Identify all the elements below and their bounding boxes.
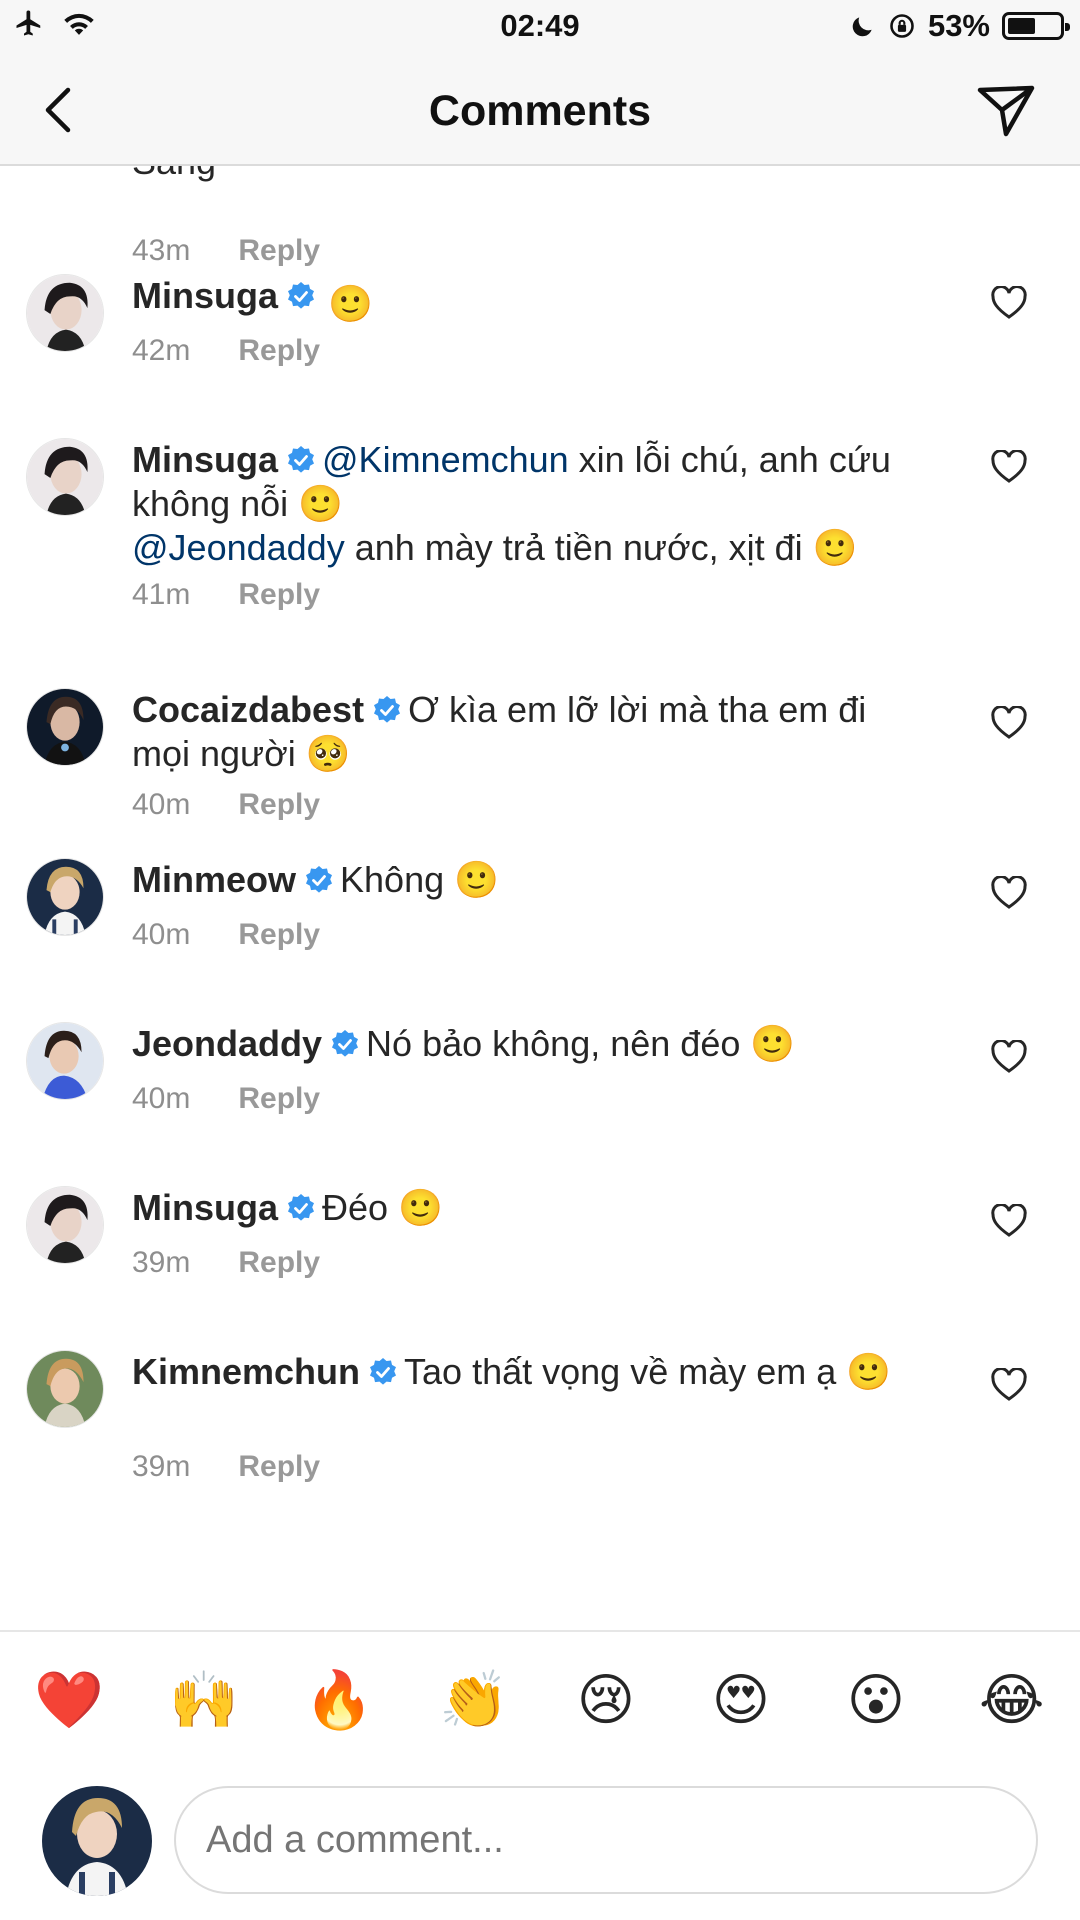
slightly-smiling-emoji: 🙂 [750, 1023, 796, 1064]
comment-username[interactable]: Cocaizdabest [132, 689, 364, 730]
comment-message: Nó bảo không, nên đéo [366, 1023, 751, 1064]
comment-meta: 42m Reply [132, 334, 320, 368]
verified-badge-icon [332, 1030, 359, 1057]
comment-text: Sáng [132, 166, 932, 184]
comment-message: Đéo [322, 1187, 399, 1228]
comment-message: anh mày trả tiền nước, xịt đi [344, 527, 813, 568]
battery-icon [1002, 12, 1070, 40]
comment-meta: 39m Reply [132, 1246, 320, 1280]
comment-text: Minmeow Không 🙂 [132, 858, 932, 902]
verified-badge-icon [288, 282, 315, 309]
comment-meta: 40m Reply [132, 788, 320, 822]
reply-button[interactable]: Reply [238, 334, 320, 368]
comment-meta: 39m Reply [132, 1450, 320, 1484]
reply-button[interactable]: Reply [238, 918, 320, 952]
comment-text: Kimnemchun Tao thất vọng về mày em ạ 🙂 [132, 1350, 932, 1394]
comment-username[interactable]: Kimnemchun [132, 1351, 360, 1392]
reply-button[interactable]: Reply [238, 1082, 320, 1116]
tears-of-joy-emoji-reaction[interactable]: 😂 [979, 1668, 1044, 1732]
moon-icon [852, 17, 872, 37]
clapping-hands-emoji-reaction[interactable]: 👏 [439, 1668, 509, 1732]
reply-button[interactable]: Reply [238, 1450, 320, 1484]
comment-username[interactable]: Minsuga [132, 275, 278, 316]
avatar[interactable] [26, 1186, 104, 1264]
avatar[interactable] [26, 858, 104, 936]
comment-meta: 43m Reply [132, 234, 320, 268]
comment-time: 40m [132, 788, 191, 821]
comment-time: 42m [132, 334, 191, 367]
comment-text: Minsuga @Kimnemchun xin lỗi chú, anh cứu … [132, 438, 932, 570]
comment-time: 40m [132, 918, 191, 951]
like-heart-icon[interactable] [990, 450, 1028, 484]
comment-composer [0, 1766, 1080, 1920]
comment-time: 41m [132, 578, 191, 611]
nav-bar: Comments [0, 54, 1080, 166]
current-user-avatar [42, 1786, 152, 1896]
comment-time: 39m [132, 1246, 191, 1279]
comment-time: 43m [132, 234, 191, 267]
slightly-smiling-emoji: 🙂 [812, 527, 858, 568]
comment-message: Không [340, 859, 455, 900]
battery-percent: 53% [927, 8, 990, 43]
status-bar: 02:49 53% [0, 0, 1080, 54]
like-heart-icon[interactable] [990, 706, 1028, 740]
heart-eyes-emoji-reaction[interactable]: 😍 [709, 1668, 773, 1732]
comment-meta: 40m Reply [132, 1082, 320, 1116]
comment-time: 40m [132, 1082, 191, 1115]
reply-button[interactable]: Reply [238, 788, 320, 822]
slightly-smiling-emoji: 🙂 [846, 1351, 892, 1392]
avatar[interactable] [26, 688, 104, 766]
like-heart-icon[interactable] [990, 876, 1028, 910]
comment-username[interactable]: Minmeow [132, 859, 296, 900]
verified-badge-icon [288, 446, 315, 473]
comments-list: Sáng 43m Reply Minsuga 🙂 42m Reply Minsug… [0, 166, 1080, 1632]
slightly-smiling-emoji: 🙂 [328, 283, 373, 324]
crying-face-emoji-reaction[interactable]: 😢 [574, 1668, 638, 1732]
fire-emoji-reaction[interactable]: 🔥 [304, 1668, 374, 1732]
send-icon[interactable] [974, 78, 1038, 142]
avatar[interactable] [26, 274, 104, 352]
comment-text: Minsuga Đéo 🙂 [132, 1186, 932, 1230]
verified-badge-icon [370, 1358, 397, 1385]
heart-emoji-reaction[interactable]: ❤️ [34, 1668, 104, 1732]
like-heart-icon[interactable] [990, 1368, 1028, 1402]
avatar[interactable] [26, 1350, 104, 1428]
slightly-smiling-emoji: 🙂 [454, 859, 499, 900]
mention-link[interactable]: @Jeondaddy [132, 527, 345, 568]
like-heart-icon[interactable] [990, 1204, 1028, 1238]
add-comment-input[interactable] [174, 1786, 1038, 1894]
page-title: Comments [428, 87, 652, 135]
slightly-smiling-emoji: 🙂 [398, 1187, 443, 1228]
status-right-icons: 53% [850, 8, 1070, 44]
like-heart-icon[interactable] [990, 1040, 1028, 1074]
verified-badge-icon [306, 866, 333, 893]
like-heart-icon[interactable] [990, 286, 1028, 320]
verified-badge-icon [374, 696, 401, 723]
pleading-face-emoji: 🥺 [305, 733, 351, 774]
comment-meta: 41m Reply [132, 578, 320, 612]
reply-button[interactable]: Reply [238, 578, 320, 612]
verified-badge-icon [288, 1194, 315, 1221]
reply-button[interactable]: Reply [238, 234, 320, 268]
comment-text: Cocaizdabest Ơ kìa em lỡ lời mà tha em đi… [132, 688, 932, 776]
avatar[interactable] [26, 1022, 104, 1100]
comment-username[interactable]: Minsuga [132, 1187, 278, 1228]
battery-fill [1008, 18, 1035, 34]
comment-message: Tao thất vọng về mày em ạ [404, 1351, 847, 1392]
rotation-lock-icon [890, 14, 914, 38]
quick-reactions-bar: ❤️ 🙌 🔥 👏 😢 😍 😮 😂 [0, 1630, 1080, 1766]
comment-text: Minsuga 🙂 [132, 274, 932, 326]
comment-text: Jeondaddy Nó bảo không, nên đéo 🙂 [132, 1022, 932, 1066]
slightly-smiling-emoji: 🙂 [298, 483, 343, 524]
comment-username[interactable]: Minsuga [132, 439, 278, 480]
comment-time: 39m [132, 1450, 191, 1483]
comment-meta: 40m Reply [132, 918, 320, 952]
surprised-face-emoji-reaction[interactable]: 😮 [844, 1668, 908, 1732]
battery-tip [1065, 23, 1070, 31]
mention-link[interactable]: @Kimnemchun [322, 439, 569, 480]
reply-button[interactable]: Reply [238, 1246, 320, 1280]
avatar[interactable] [26, 438, 104, 516]
raising-hands-emoji-reaction[interactable]: 🙌 [169, 1668, 239, 1732]
comment-username[interactable]: Jeondaddy [132, 1023, 322, 1064]
